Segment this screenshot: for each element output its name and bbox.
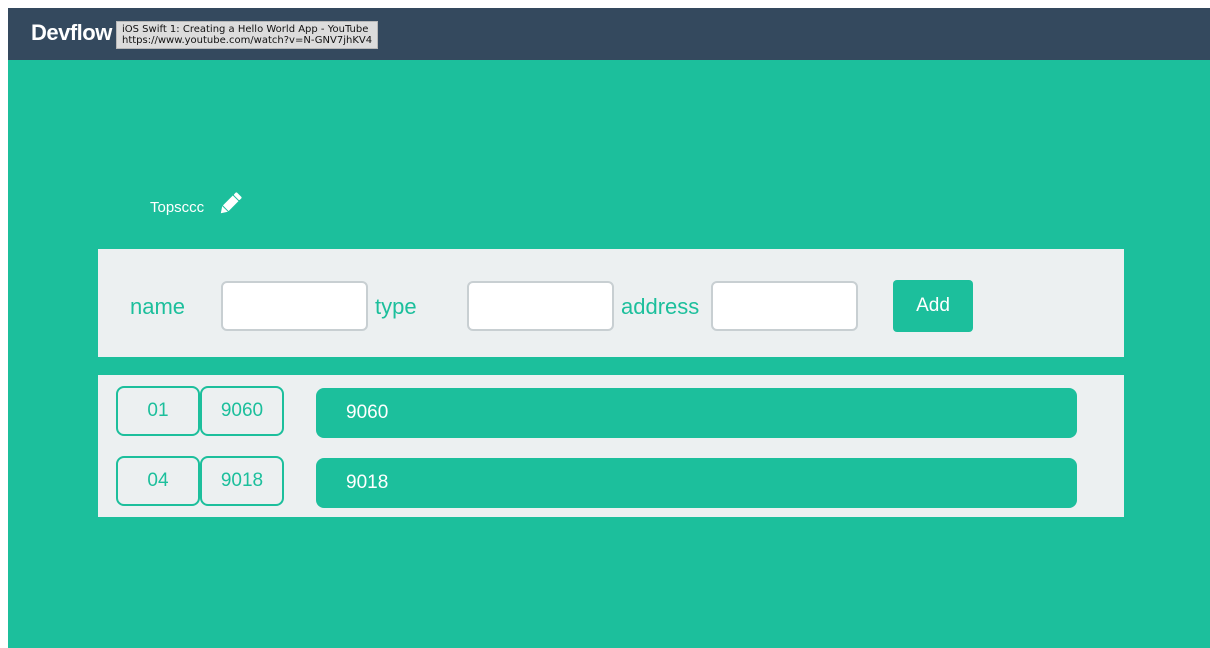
name-input[interactable] bbox=[221, 281, 368, 331]
tooltip-title: iOS Swift 1: Creating a Hello World App … bbox=[122, 24, 369, 35]
add-button[interactable]: Add bbox=[893, 280, 973, 332]
item-address-bar[interactable]: 9018 bbox=[316, 458, 1077, 508]
item-id-chip[interactable]: 04 bbox=[116, 456, 200, 506]
tooltip-url: https://www.youtube.com/watch?v=N-GNV7jh… bbox=[122, 35, 373, 46]
item-type-chip[interactable]: 9060 bbox=[200, 386, 284, 436]
name-label: name bbox=[130, 294, 186, 319]
type-label: type bbox=[375, 294, 417, 319]
address-input[interactable] bbox=[711, 281, 858, 331]
item-address-bar[interactable]: 9060 bbox=[316, 388, 1077, 438]
brand-logo[interactable]: Devflow bbox=[31, 18, 112, 48]
app-frame: Devflow iOS Swift 1: Creating a Hello Wo… bbox=[8, 8, 1210, 648]
top-navbar: Devflow iOS Swift 1: Creating a Hello Wo… bbox=[8, 8, 1210, 60]
list-item: 04 9018 9018 bbox=[98, 456, 1124, 508]
pencil-icon[interactable] bbox=[216, 190, 244, 218]
list-item: 01 9060 9060 bbox=[98, 386, 1124, 438]
item-list: 01 9060 9060 04 9018 9018 bbox=[98, 375, 1124, 517]
item-type-chip[interactable]: 9018 bbox=[200, 456, 284, 506]
type-input[interactable] bbox=[467, 281, 614, 331]
list-title: Topsccc bbox=[150, 199, 205, 216]
add-item-form: name type address Add bbox=[98, 249, 1124, 357]
list-title-row: Topsccc bbox=[150, 192, 244, 218]
link-tooltip: iOS Swift 1: Creating a Hello World App … bbox=[116, 21, 379, 49]
item-id-chip[interactable]: 01 bbox=[116, 386, 200, 436]
address-label: address bbox=[621, 294, 700, 319]
